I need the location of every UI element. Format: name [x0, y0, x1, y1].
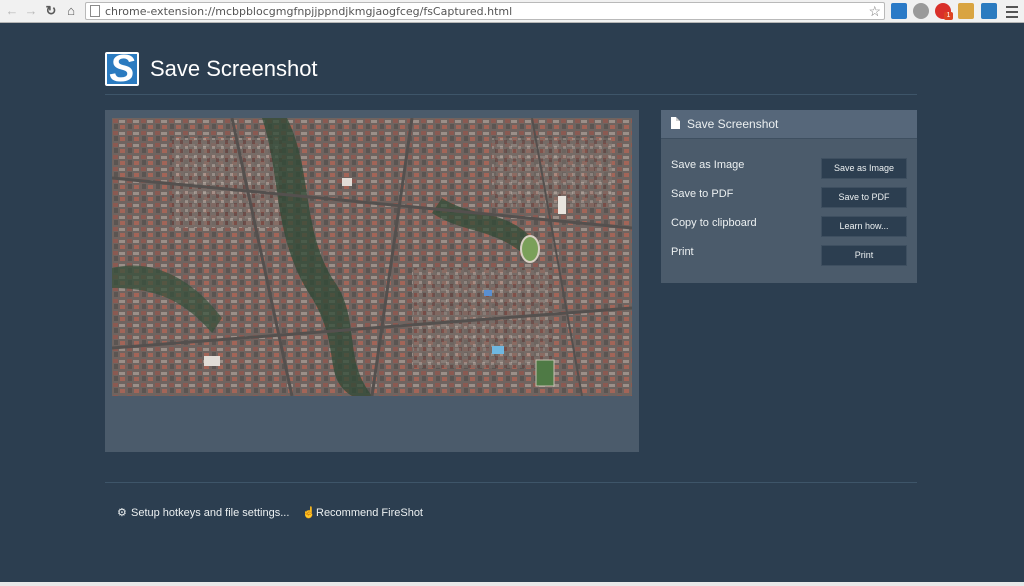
save-as-image-button[interactable]: Save as Image: [821, 158, 907, 179]
copy-to-clipboard-label: Copy to clipboard: [671, 217, 757, 229]
forward-arrow-icon[interactable]: →: [23, 3, 39, 19]
print-label: Print: [671, 246, 694, 258]
setup-hotkeys-link[interactable]: ⚙ Setup hotkeys and file settings...: [117, 507, 289, 520]
captured-screenshot-image: [112, 118, 632, 396]
save-to-pdf-button[interactable]: Save to PDF: [821, 187, 907, 208]
page-title: Save Screenshot: [150, 56, 318, 81]
home-icon[interactable]: ⌂: [63, 3, 79, 19]
bookmark-star-icon[interactable]: ☆: [868, 3, 881, 19]
screenshot-preview-panel: [105, 110, 639, 452]
thumbs-up-icon: ☝: [302, 507, 316, 519]
recommend-fireshot-label: Recommend FireShot: [316, 507, 423, 519]
extension-puzzle-icon[interactable]: [913, 3, 929, 19]
panel-title: Save Screenshot: [687, 117, 779, 131]
panel-header: Save Screenshot: [661, 110, 917, 139]
learn-how-button[interactable]: Learn how...: [821, 216, 907, 237]
fireshot-extension-icon[interactable]: [981, 3, 997, 19]
address-bar[interactable]: chrome-extension://mcbpblocgmgfnpjjppndj…: [85, 2, 885, 20]
print-button[interactable]: Print: [821, 245, 907, 266]
browser-menu-icon[interactable]: [1005, 3, 1019, 19]
extension-tool-icon[interactable]: [891, 3, 907, 19]
save-to-pdf-label: Save to PDF: [671, 188, 734, 200]
extension-notification-icon[interactable]: 1: [935, 3, 953, 20]
save-as-image-label: Save as Image: [671, 159, 745, 171]
page-icon: [90, 5, 100, 17]
divider: [105, 94, 917, 95]
reload-icon[interactable]: ↻: [43, 3, 59, 19]
extension-box-icon[interactable]: [958, 3, 974, 19]
gear-icon: ⚙: [117, 507, 127, 519]
save-options-panel: Save Screenshot Save as Image Save as Im…: [661, 110, 917, 283]
back-arrow-icon[interactable]: ←: [4, 3, 20, 19]
divider: [105, 482, 917, 483]
fireshot-logo: S: [105, 52, 139, 86]
url-text[interactable]: chrome-extension://mcbpblocgmgfnpjjppndj…: [105, 4, 512, 19]
document-icon: [671, 117, 680, 129]
extension-badge: 1: [944, 12, 953, 20]
recommend-fireshot-link[interactable]: ☝Recommend FireShot: [302, 507, 423, 520]
status-strip: [0, 582, 1024, 586]
browser-toolbar: ← → ↻ ⌂ chrome-extension://mcbpblocgmgfn…: [0, 0, 1024, 23]
setup-hotkeys-label: Setup hotkeys and file settings...: [131, 507, 290, 519]
